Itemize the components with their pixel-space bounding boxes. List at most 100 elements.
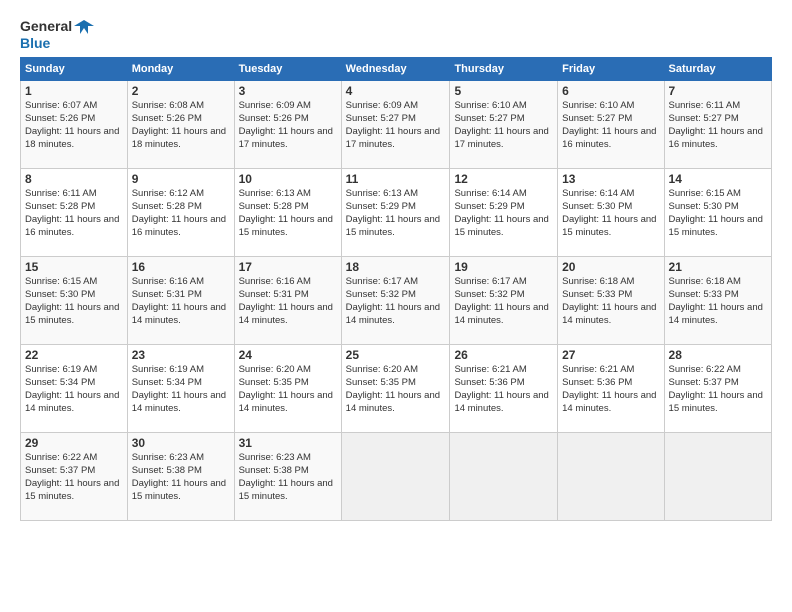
calendar-cell	[558, 433, 664, 521]
calendar-header-monday: Monday	[127, 58, 234, 81]
calendar-header-friday: Friday	[558, 58, 664, 81]
day-info: Sunrise: 6:14 AMSunset: 5:30 PMDaylight:…	[562, 188, 659, 239]
day-info: Sunrise: 6:21 AMSunset: 5:36 PMDaylight:…	[562, 364, 659, 415]
day-number: 28	[669, 348, 767, 362]
day-info: Sunrise: 6:07 AMSunset: 5:26 PMDaylight:…	[25, 100, 123, 151]
day-info: Sunrise: 6:15 AMSunset: 5:30 PMDaylight:…	[25, 276, 123, 327]
calendar-cell: 19 Sunrise: 6:17 AMSunset: 5:32 PMDayligh…	[450, 257, 558, 345]
day-number: 31	[239, 436, 337, 450]
day-info: Sunrise: 6:13 AMSunset: 5:28 PMDaylight:…	[239, 188, 337, 239]
calendar-cell: 16 Sunrise: 6:16 AMSunset: 5:31 PMDayligh…	[127, 257, 234, 345]
header: General Blue	[20, 18, 772, 51]
day-info: Sunrise: 6:16 AMSunset: 5:31 PMDaylight:…	[132, 276, 230, 327]
calendar-cell: 9 Sunrise: 6:12 AMSunset: 5:28 PMDaylight…	[127, 169, 234, 257]
day-number: 23	[132, 348, 230, 362]
day-number: 27	[562, 348, 659, 362]
calendar-cell: 7 Sunrise: 6:11 AMSunset: 5:27 PMDaylight…	[664, 81, 771, 169]
day-number: 6	[562, 84, 659, 98]
logo-bird-icon	[74, 18, 94, 36]
logo-blue: Blue	[20, 36, 50, 51]
page: General Blue SundayMondayTuesdayWednesda…	[0, 0, 792, 531]
calendar-cell: 5 Sunrise: 6:10 AMSunset: 5:27 PMDaylight…	[450, 81, 558, 169]
day-info: Sunrise: 6:20 AMSunset: 5:35 PMDaylight:…	[346, 364, 446, 415]
calendar-cell: 2 Sunrise: 6:08 AMSunset: 5:26 PMDaylight…	[127, 81, 234, 169]
day-info: Sunrise: 6:18 AMSunset: 5:33 PMDaylight:…	[669, 276, 767, 327]
day-number: 3	[239, 84, 337, 98]
calendar-cell: 28 Sunrise: 6:22 AMSunset: 5:37 PMDayligh…	[664, 345, 771, 433]
calendar-cell: 1 Sunrise: 6:07 AMSunset: 5:26 PMDaylight…	[21, 81, 128, 169]
calendar-cell: 6 Sunrise: 6:10 AMSunset: 5:27 PMDaylight…	[558, 81, 664, 169]
calendar-cell: 8 Sunrise: 6:11 AMSunset: 5:28 PMDaylight…	[21, 169, 128, 257]
day-number: 25	[346, 348, 446, 362]
calendar-cell	[341, 433, 450, 521]
calendar-header-row: SundayMondayTuesdayWednesdayThursdayFrid…	[21, 58, 772, 81]
day-number: 7	[669, 84, 767, 98]
day-info: Sunrise: 6:22 AMSunset: 5:37 PMDaylight:…	[669, 364, 767, 415]
calendar-header-tuesday: Tuesday	[234, 58, 341, 81]
day-number: 11	[346, 172, 446, 186]
day-info: Sunrise: 6:16 AMSunset: 5:31 PMDaylight:…	[239, 276, 337, 327]
calendar-cell: 31 Sunrise: 6:23 AMSunset: 5:38 PMDayligh…	[234, 433, 341, 521]
calendar-cell: 17 Sunrise: 6:16 AMSunset: 5:31 PMDayligh…	[234, 257, 341, 345]
calendar-week-2: 8 Sunrise: 6:11 AMSunset: 5:28 PMDaylight…	[21, 169, 772, 257]
calendar-header-thursday: Thursday	[450, 58, 558, 81]
day-info: Sunrise: 6:11 AMSunset: 5:28 PMDaylight:…	[25, 188, 123, 239]
calendar-cell: 18Sunrise: 6:17 AMSunset: 5:32 PMDayligh…	[341, 257, 450, 345]
calendar-cell: 12 Sunrise: 6:14 AMSunset: 5:29 PMDayligh…	[450, 169, 558, 257]
calendar-cell: 21Sunrise: 6:18 AMSunset: 5:33 PMDayligh…	[664, 257, 771, 345]
day-info: Sunrise: 6:19 AMSunset: 5:34 PMDaylight:…	[132, 364, 230, 415]
calendar-cell: 22 Sunrise: 6:19 AMSunset: 5:34 PMDayligh…	[21, 345, 128, 433]
calendar-cell: 25 Sunrise: 6:20 AMSunset: 5:35 PMDayligh…	[341, 345, 450, 433]
day-number: 18	[346, 260, 446, 274]
calendar-cell: 14Sunrise: 6:15 AMSunset: 5:30 PMDayligh…	[664, 169, 771, 257]
day-number: 8	[25, 172, 123, 186]
day-info: Sunrise: 6:09 AMSunset: 5:26 PMDaylight:…	[239, 100, 337, 151]
day-number: 22	[25, 348, 123, 362]
calendar-cell: 24Sunrise: 6:20 AMSunset: 5:35 PMDayligh…	[234, 345, 341, 433]
day-number: 29	[25, 436, 123, 450]
calendar-week-1: 1 Sunrise: 6:07 AMSunset: 5:26 PMDaylight…	[21, 81, 772, 169]
day-info: Sunrise: 6:23 AMSunset: 5:38 PMDaylight:…	[132, 452, 230, 503]
day-number: 16	[132, 260, 230, 274]
day-number: 2	[132, 84, 230, 98]
calendar-week-3: 15 Sunrise: 6:15 AMSunset: 5:30 PMDayligh…	[21, 257, 772, 345]
day-info: Sunrise: 6:23 AMSunset: 5:38 PMDaylight:…	[239, 452, 337, 503]
day-number: 1	[25, 84, 123, 98]
day-number: 9	[132, 172, 230, 186]
day-number: 20	[562, 260, 659, 274]
calendar-header-sunday: Sunday	[21, 58, 128, 81]
day-info: Sunrise: 6:13 AMSunset: 5:29 PMDaylight:…	[346, 188, 446, 239]
day-info: Sunrise: 6:10 AMSunset: 5:27 PMDaylight:…	[454, 100, 553, 151]
calendar-cell: 29 Sunrise: 6:22 AMSunset: 5:37 PMDayligh…	[21, 433, 128, 521]
day-info: Sunrise: 6:14 AMSunset: 5:29 PMDaylight:…	[454, 188, 553, 239]
day-number: 15	[25, 260, 123, 274]
calendar-cell: 15 Sunrise: 6:15 AMSunset: 5:30 PMDayligh…	[21, 257, 128, 345]
day-number: 26	[454, 348, 553, 362]
day-number: 12	[454, 172, 553, 186]
day-number: 19	[454, 260, 553, 274]
day-number: 30	[132, 436, 230, 450]
day-number: 10	[239, 172, 337, 186]
calendar-cell: 13 Sunrise: 6:14 AMSunset: 5:30 PMDayligh…	[558, 169, 664, 257]
calendar-week-5: 29 Sunrise: 6:22 AMSunset: 5:37 PMDayligh…	[21, 433, 772, 521]
calendar-table: SundayMondayTuesdayWednesdayThursdayFrid…	[20, 57, 772, 521]
day-number: 5	[454, 84, 553, 98]
day-info: Sunrise: 6:20 AMSunset: 5:35 PMDaylight:…	[239, 364, 337, 415]
day-number: 4	[346, 84, 446, 98]
day-number: 17	[239, 260, 337, 274]
day-info: Sunrise: 6:09 AMSunset: 5:27 PMDaylight:…	[346, 100, 446, 151]
calendar-cell: 27 Sunrise: 6:21 AMSunset: 5:36 PMDayligh…	[558, 345, 664, 433]
day-info: Sunrise: 6:10 AMSunset: 5:27 PMDaylight:…	[562, 100, 659, 151]
day-info: Sunrise: 6:17 AMSunset: 5:32 PMDaylight:…	[454, 276, 553, 327]
day-info: Sunrise: 6:08 AMSunset: 5:26 PMDaylight:…	[132, 100, 230, 151]
calendar-cell: 20 Sunrise: 6:18 AMSunset: 5:33 PMDayligh…	[558, 257, 664, 345]
day-info: Sunrise: 6:18 AMSunset: 5:33 PMDaylight:…	[562, 276, 659, 327]
calendar-cell: 23 Sunrise: 6:19 AMSunset: 5:34 PMDayligh…	[127, 345, 234, 433]
day-info: Sunrise: 6:22 AMSunset: 5:37 PMDaylight:…	[25, 452, 123, 503]
day-info: Sunrise: 6:11 AMSunset: 5:27 PMDaylight:…	[669, 100, 767, 151]
day-info: Sunrise: 6:12 AMSunset: 5:28 PMDaylight:…	[132, 188, 230, 239]
calendar-cell: 30 Sunrise: 6:23 AMSunset: 5:38 PMDayligh…	[127, 433, 234, 521]
day-info: Sunrise: 6:19 AMSunset: 5:34 PMDaylight:…	[25, 364, 123, 415]
calendar-header-wednesday: Wednesday	[341, 58, 450, 81]
day-number: 13	[562, 172, 659, 186]
